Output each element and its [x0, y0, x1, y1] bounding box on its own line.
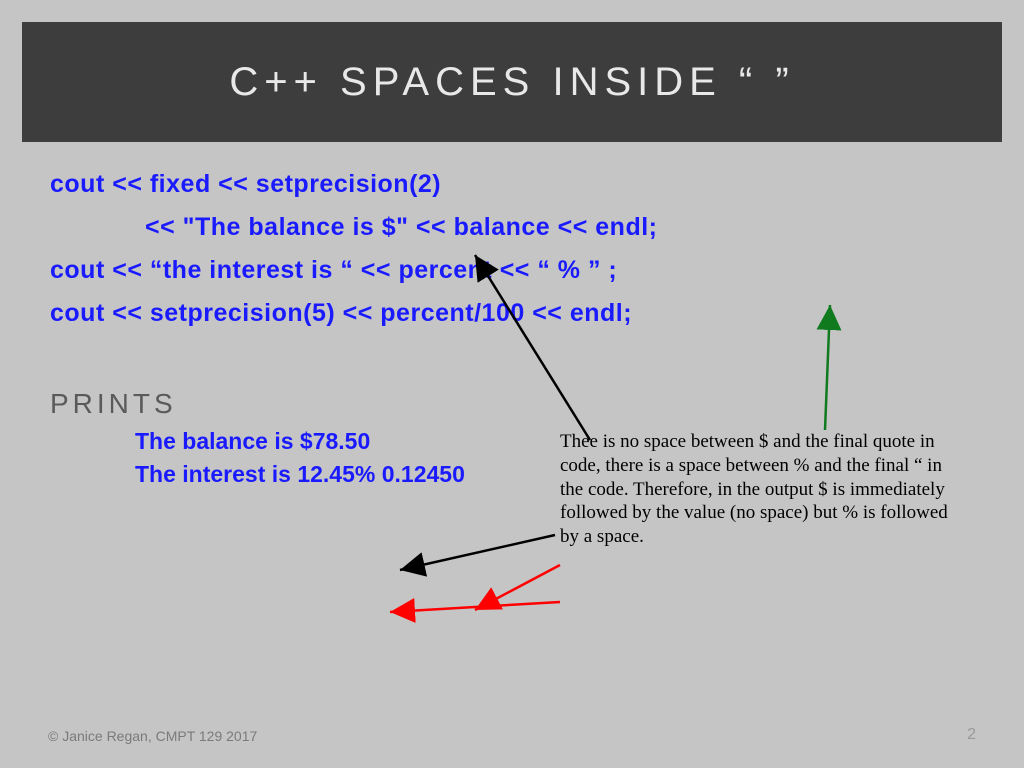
slide-title: C++ SPACES INSIDE “ ”	[229, 60, 794, 105]
title-bar: C++ SPACES INSIDE “ ”	[22, 22, 1002, 142]
page-number: 2	[967, 726, 976, 744]
code-line-1: cout << fixed << setprecision(2)	[50, 170, 974, 199]
copyright-text: © Janice Regan, CMPT 129 2017	[48, 728, 257, 744]
prints-heading: PRINTS	[50, 388, 974, 420]
code-line-2: << "The balance is $" << balance << endl…	[50, 213, 974, 242]
code-line-4: cout << setprecision(5) << percent/100 <…	[50, 299, 974, 328]
explanation-text: Thee is no space between $ and the final…	[560, 430, 960, 549]
code-line-3: cout << “the interest is “ << percent <<…	[50, 256, 974, 285]
